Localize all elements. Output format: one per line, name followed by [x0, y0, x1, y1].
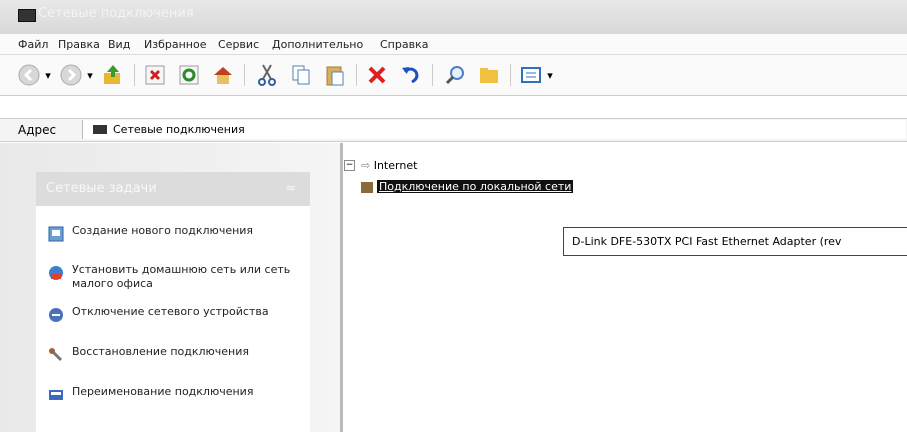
back-dropdown-icon[interactable]: ▾: [44, 62, 52, 88]
address-field[interactable]: Сетевые подключения: [82, 120, 906, 139]
network-connections-icon: [93, 125, 107, 134]
menu-file[interactable]: Файл: [18, 38, 48, 51]
views-dropdown-icon[interactable]: ▾: [546, 62, 554, 88]
rename-icon: [49, 390, 63, 400]
collapse-group-icon[interactable]: −: [344, 160, 355, 171]
copy-icon[interactable]: [286, 62, 316, 88]
new-connection-icon: [48, 226, 64, 242]
menu-edit[interactable]: Правка: [58, 38, 100, 51]
address-bar: Адрес Сетевые подключения: [0, 118, 907, 142]
lan-connection-label: Подключение по локальной сети: [377, 180, 574, 193]
forward-dropdown-icon[interactable]: ▾: [86, 62, 94, 88]
home-icon[interactable]: [208, 62, 238, 88]
task-label: Установить домашнюю сеть или сеть малого…: [72, 263, 291, 290]
stop-icon[interactable]: [140, 62, 170, 88]
toolbar: ▾ ▾ ▾: [0, 55, 907, 96]
lan-connection-icon: [361, 181, 373, 193]
paste-icon[interactable]: [320, 62, 350, 88]
menu-advanced[interactable]: Дополнительно: [272, 38, 363, 51]
lan-connection[interactable]: Подключение по локальной сети: [361, 180, 574, 193]
internet-icon: ⇨: [361, 159, 371, 172]
menu-bar: Файл Правка Вид Избранное Сервис Дополни…: [0, 34, 907, 55]
task-label: Переименование подключения: [72, 385, 254, 398]
home-network-icon: [49, 266, 63, 280]
repair-icon: [49, 348, 63, 362]
address-label: Адрес: [18, 123, 57, 137]
disable-device-icon: [49, 308, 63, 322]
refresh-icon[interactable]: [174, 62, 204, 88]
cut-icon[interactable]: [252, 62, 282, 88]
network-tasks-header[interactable]: Сетевые задачи ≈: [36, 172, 310, 206]
menu-view[interactable]: Вид: [108, 38, 130, 51]
search-icon[interactable]: [440, 62, 470, 88]
menu-tools[interactable]: Сервис: [218, 38, 259, 51]
network-connections-icon: [18, 9, 36, 22]
task-label: Восстановление подключения: [72, 345, 250, 358]
forward-icon[interactable]: [56, 62, 86, 88]
adapter-tooltip: D-Link DFE-530TX PCI Fast Ethernet Adapt…: [563, 227, 907, 256]
title-bar: Сетевые подключения: [0, 0, 907, 34]
network-tasks-title: Сетевые задачи: [46, 181, 157, 196]
collapse-icon[interactable]: ≈: [285, 181, 296, 196]
undo-icon[interactable]: [396, 62, 426, 88]
views-icon[interactable]: [516, 62, 546, 88]
menu-help[interactable]: Справка: [380, 38, 428, 51]
window-title: Сетевые подключения: [38, 6, 194, 21]
task-label: Отключение сетевого устройства: [72, 305, 269, 318]
up-folder-icon[interactable]: [98, 62, 128, 88]
delete-icon[interactable]: [362, 62, 392, 88]
task-label: Создание нового подключения: [72, 224, 254, 237]
menu-favorites[interactable]: Избранное: [144, 38, 206, 51]
group-label[interactable]: ⇨ Internet: [361, 159, 417, 172]
connections-view: − ⇨ Internet Подключение по локальной се…: [343, 143, 907, 432]
folders-icon[interactable]: [474, 62, 504, 88]
back-icon[interactable]: [14, 62, 44, 88]
address-value: Сетевые подключения: [113, 123, 245, 136]
